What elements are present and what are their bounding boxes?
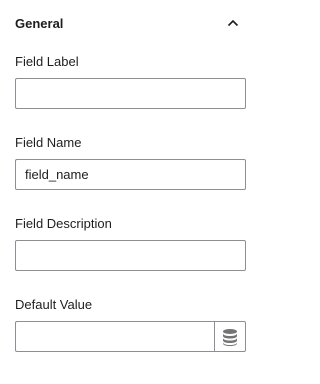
field-label-label: Field Label	[15, 54, 79, 69]
field-name-label: Field Name	[15, 135, 82, 150]
field-name-input[interactable]	[15, 159, 246, 190]
dynamic-data-button[interactable]	[214, 321, 246, 352]
field-description-label: Field Description	[15, 216, 112, 231]
field-name-group: Field Name	[15, 135, 246, 190]
panel-title: General	[15, 16, 64, 31]
default-value-label: Default Value	[15, 297, 93, 312]
general-settings-panel: General Field Label Field Name Field Des…	[0, 0, 260, 384]
field-label-input[interactable]	[15, 78, 246, 109]
default-value-group: Default Value	[15, 297, 246, 352]
field-label-group: Field Label	[15, 54, 246, 109]
chevron-up-icon[interactable]	[224, 14, 242, 32]
default-value-input[interactable]	[15, 321, 215, 352]
field-description-group: Field Description	[15, 216, 246, 271]
panel-header[interactable]: General	[0, 0, 260, 48]
field-description-input[interactable]	[15, 240, 246, 271]
